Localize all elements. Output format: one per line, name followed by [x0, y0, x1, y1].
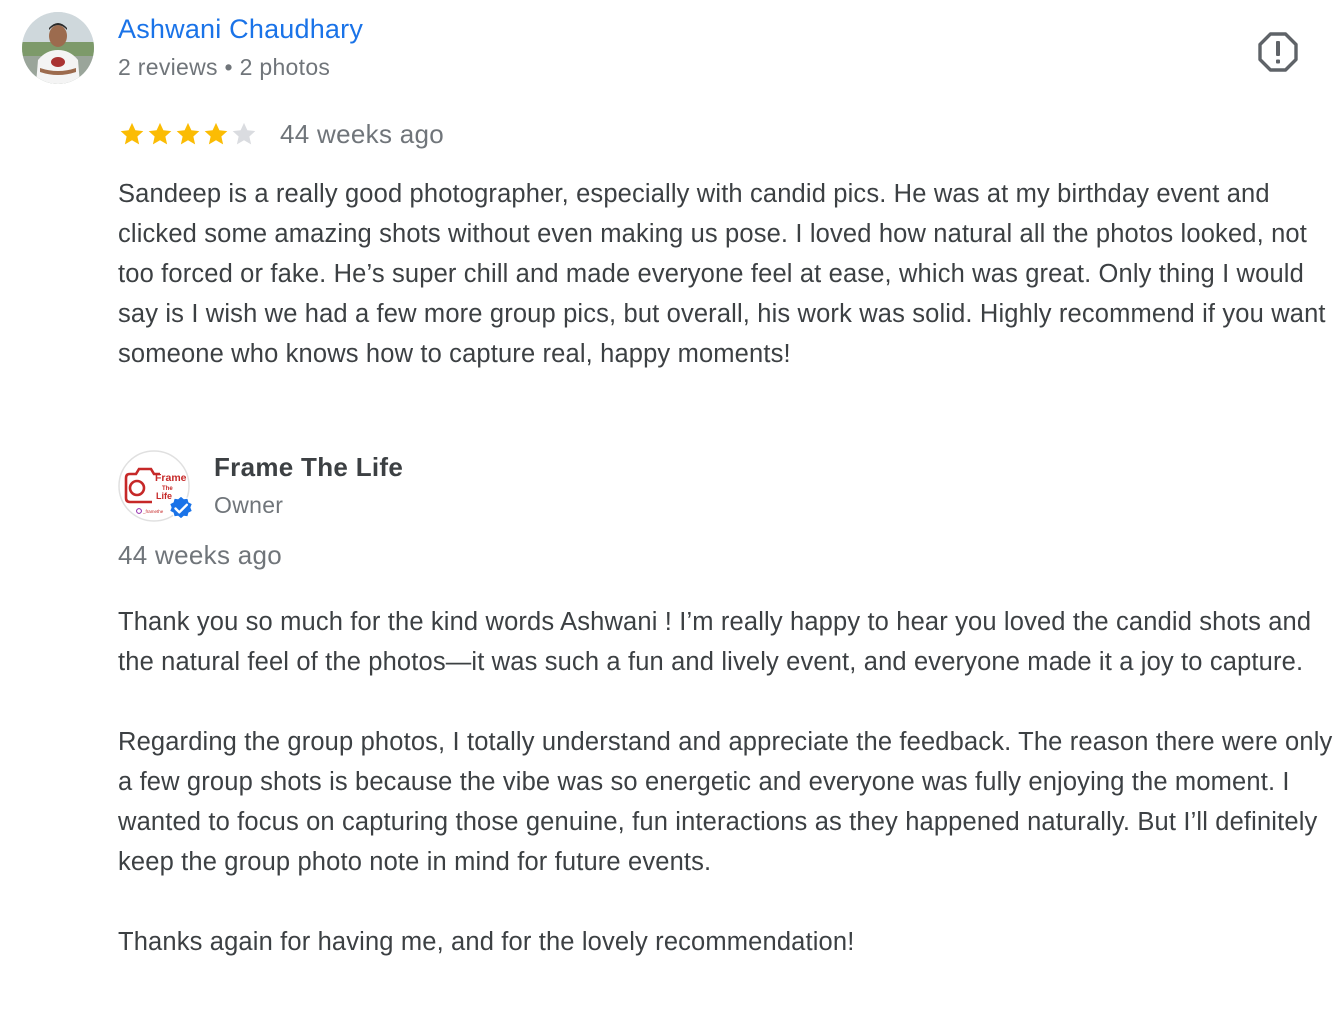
reply-date: 44 weeks ago: [118, 540, 283, 570]
reviewer-avatar[interactable]: [22, 12, 94, 84]
reviewer-meta: 2 reviews • 2 photos: [118, 54, 331, 80]
star-filled-icon: [204, 122, 228, 145]
reply-paragraph: Thank you so much for the kind words Ash…: [118, 608, 1312, 676]
report-flag-icon: [1258, 32, 1298, 72]
reviewer-name-link[interactable]: Ashwani Chaudhary: [118, 14, 363, 45]
review-date: 44 weeks ago: [280, 118, 445, 149]
owner-reply-text: Thank you so much for the kind words Ash…: [118, 602, 1334, 962]
star-filled-icon: [176, 122, 200, 145]
star-rating: [118, 120, 258, 148]
rating-row: 44 weeks ago: [118, 116, 444, 152]
star-filled-icon: [148, 122, 172, 145]
owner-logo-handle: _framethe: [142, 509, 164, 514]
owner-logo-word-3: Life: [156, 491, 172, 501]
reviewer-photo-icon: [22, 12, 94, 84]
star-filled-icon: [120, 122, 144, 145]
owner-role-label: Owner: [214, 492, 284, 518]
owner-name: Frame The Life: [214, 452, 404, 482]
review-card: Ashwani Chaudhary 2 reviews • 2 photos 4…: [0, 0, 1344, 1010]
owner-logo-icon: Frame The Life _framethe: [118, 450, 194, 522]
star-empty-icon: [232, 122, 256, 145]
review-text: Sandeep is a really good photographer, e…: [118, 180, 1326, 368]
reply-paragraph: Thanks again for having me, and for the …: [118, 928, 855, 956]
owner-logo-word-1: Frame: [155, 472, 187, 484]
reply-paragraph: Regarding the group photos, I totally un…: [118, 728, 1333, 876]
owner-avatar[interactable]: Frame The Life _framethe: [118, 450, 194, 524]
report-review-button[interactable]: [1256, 30, 1300, 74]
